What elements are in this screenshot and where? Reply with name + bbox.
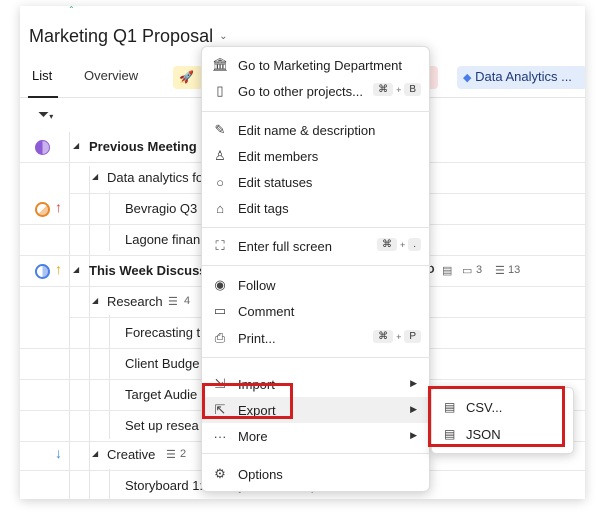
chevron-right-icon: ▶ (410, 430, 417, 440)
caret-down-icon[interactable]: ◢ (73, 265, 79, 274)
printer-icon: ⎙ (214, 330, 226, 345)
status-icon[interactable] (35, 202, 50, 217)
subtask-icon: ☰ (168, 296, 178, 308)
task-label: Client Budge (125, 356, 200, 371)
comment-count: 3 (476, 264, 483, 276)
tab-overview[interactable]: Overview (84, 68, 138, 83)
fullscreen-icon: ⛶ (215, 238, 225, 253)
breadcrumb: ⌃ (68, 6, 75, 14)
subtask-count: 13 (508, 264, 521, 276)
arrow-up-icon[interactable]: ↑ (55, 261, 62, 277)
menu-item-edit-tags[interactable]: ⌂ Edit tags (202, 195, 431, 221)
menu-divider (202, 357, 431, 358)
menu-item-more[interactable]: ··· More ▶ (202, 423, 431, 449)
gear-icon: ⚙ (214, 466, 226, 481)
menu-item-edit-members[interactable]: ♙ Edit members (202, 143, 431, 169)
comment-icon: ▭ (462, 265, 473, 277)
filter-button[interactable]: ⏷▾ (38, 106, 53, 123)
shortcut: ⌘ + P (373, 330, 421, 343)
menu-divider (202, 227, 431, 228)
arrow-up-icon[interactable]: ↑ (55, 199, 62, 215)
subtask-count: 4 (184, 295, 191, 307)
caret-down-icon[interactable]: ◢ (92, 449, 98, 458)
caret-down-icon[interactable]: ◢ (92, 172, 98, 181)
task-label: Bevragio Q3 (125, 201, 198, 216)
subgroup-label: Data analytics fo (107, 170, 204, 185)
app-window: ⌃ Marketing Q1 Proposal ⌄ List Overview … (20, 6, 585, 499)
pencil-icon: ✎ (214, 122, 226, 137)
menu-item-go-to-projects[interactable]: ▯ Go to other projects... ⌘ + B (202, 78, 431, 104)
menu-item-print[interactable]: ⎙ Print... ⌘ + P (202, 325, 431, 351)
status-icon[interactable] (35, 264, 50, 279)
caret-down-icon[interactable]: ◢ (92, 296, 98, 305)
highlight-box-export (202, 383, 293, 419)
group-label: This Week Discuss (89, 263, 207, 278)
menu-divider (202, 111, 431, 112)
menu-item-comment[interactable]: ▭ Comment (202, 298, 431, 324)
menu-divider (202, 453, 431, 454)
circle-icon: ○ (216, 174, 224, 190)
caret-down-icon[interactable]: ◢ (73, 141, 79, 150)
tab-data-analytics[interactable]: ◆ Data Analytics ... (457, 66, 585, 89)
menu-item-go-to-department[interactable]: 🏛 Go to Marketing Department (202, 52, 431, 78)
comment-icon: ▭ (213, 303, 227, 318)
book-icon: ▯ (216, 83, 224, 98)
caret-down-icon: ▾ (49, 112, 54, 121)
more-icon: ··· (213, 428, 227, 444)
project-context-menu: 🏛 Go to Marketing Department ▯ Go to oth… (201, 46, 431, 492)
rocket-icon: 🚀 (179, 70, 194, 84)
task-label: Lagone finan (125, 232, 201, 247)
shortcut: ⌘ +. (376, 238, 421, 251)
menu-item-full-screen[interactable]: ⛶ Enter full screen ⌘ +. (202, 233, 431, 259)
page-title[interactable]: Marketing Q1 Proposal ⌄ (29, 26, 227, 47)
chevron-down-icon[interactable]: ⌄ (219, 31, 227, 42)
tab-list[interactable]: List (32, 68, 52, 83)
status-icon[interactable] (35, 140, 50, 155)
filter-icon: ⏷ (38, 106, 50, 122)
eye-icon: ◉ (214, 277, 226, 292)
menu-item-follow[interactable]: ◉ Follow (202, 272, 431, 298)
tab-rocket[interactable]: 🚀 (173, 66, 203, 89)
menu-item-options[interactable]: ⚙ Options (202, 461, 431, 487)
menu-item-edit-name[interactable]: ✎ Edit name & description (202, 117, 431, 143)
menu-item-edit-statuses[interactable]: ○ Edit statuses (202, 169, 431, 195)
shortcut: ⌘ + B (373, 83, 421, 96)
page-title-text: Marketing Q1 Proposal (29, 26, 214, 46)
subtask-count: 2 (180, 448, 187, 460)
person-icon: ♙ (214, 148, 226, 163)
arrow-down-icon[interactable]: ↓ (55, 445, 62, 461)
tag-icon: ⌂ (216, 200, 224, 216)
task-label: Forecasting t (125, 325, 201, 340)
chevron-right-icon: ▶ (410, 378, 417, 388)
doc-icon: ▤ (442, 265, 453, 277)
drop-icon: ◆ (463, 72, 472, 84)
building-icon: 🏛 (212, 57, 229, 72)
group-label: Previous Meeting (89, 139, 197, 154)
chevron-right-icon: ▶ (410, 404, 417, 414)
subgroup-label: Research (107, 294, 163, 309)
subgroup-label: Creative (107, 447, 156, 462)
task-label: Set up resea (125, 418, 199, 433)
active-tab-underline (28, 96, 58, 98)
subtask-icon: ☰ (495, 265, 505, 277)
highlight-box-submenu (428, 386, 565, 447)
menu-divider (202, 265, 431, 266)
subtask-icon: ☰ (166, 449, 176, 461)
task-label: Target Audie (125, 387, 198, 402)
